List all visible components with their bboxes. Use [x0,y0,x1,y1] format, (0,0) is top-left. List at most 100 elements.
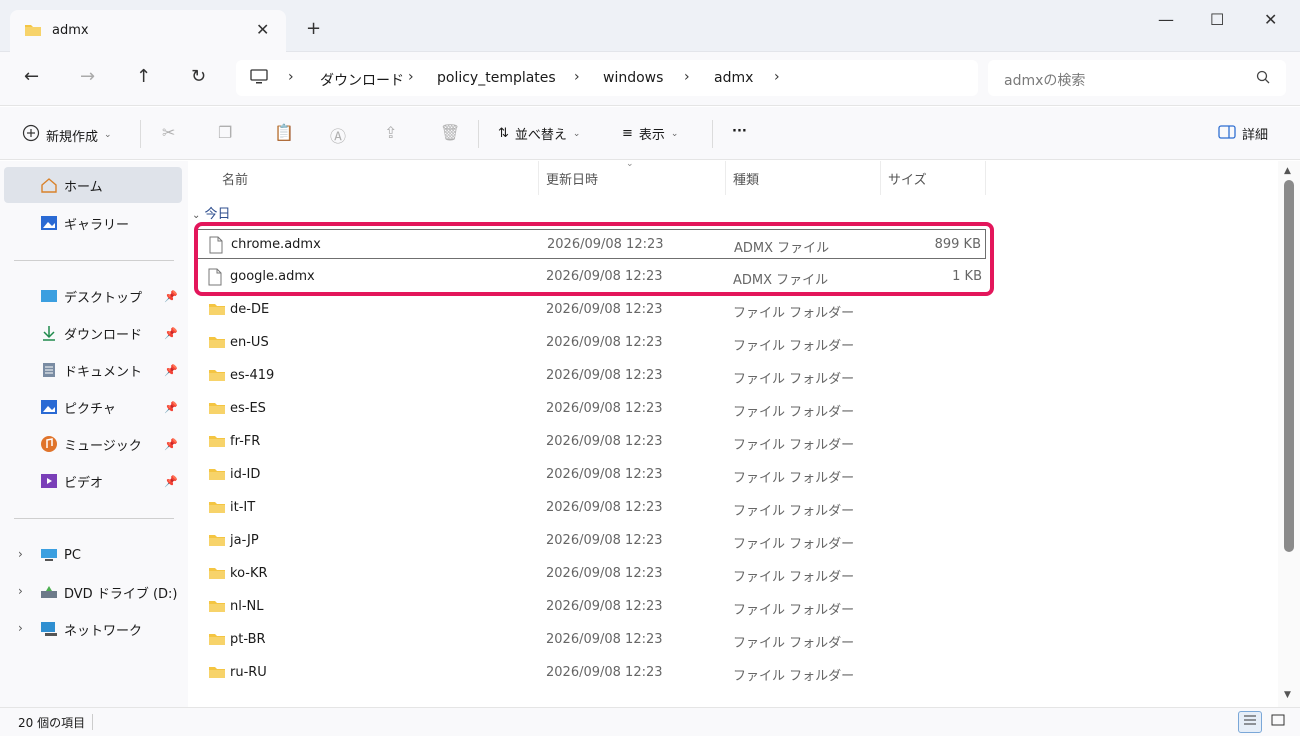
search-box[interactable]: admxの検索 [988,60,1286,96]
sort-button[interactable]: ⇅ 並べ替え ⌄ [498,124,580,143]
file-date: 2026/09/08 12:23 [546,335,663,350]
plus-circle-icon [22,124,40,146]
table-row[interactable]: de-DE 2026/09/08 12:23 ファイル フォルダー [196,295,986,325]
sidebar-item-network[interactable]: ネットワーク [4,611,182,647]
more-options-button[interactable]: ··· [732,124,747,139]
file-name: es-419 [230,368,275,383]
chevron-down-icon: ⌄ [104,130,112,140]
back-button[interactable]: ← [24,66,39,87]
column-header-type[interactable]: 種類 [733,169,759,188]
new-tab-button[interactable]: + [306,18,321,39]
table-row[interactable]: ru-RU 2026/09/08 12:23 ファイル フォルダー [196,658,986,688]
column-divider[interactable] [725,161,726,195]
file-type: ファイル フォルダー [733,372,855,387]
refresh-button[interactable]: ↻ [191,66,206,87]
table-row[interactable]: nl-NL 2026/09/08 12:23 ファイル フォルダー [196,592,986,622]
navigation-pane: ホーム ギャラリー デスクトップ 📌 ダウンロード 📌 ドキュメント 📌 ピクチ… [0,161,188,707]
scrollbar-thumb[interactable] [1284,180,1294,552]
rename-icon[interactable]: Ⓐ [330,123,346,147]
sidebar-item-label: ギャラリー [64,217,130,233]
view-button[interactable]: ≡ 表示 ⌄ [622,124,678,143]
minimize-button[interactable]: — [1158,10,1174,29]
file-date: 2026/09/08 12:23 [546,599,663,614]
details-view-button[interactable] [1238,711,1262,733]
breadcrumb-separator: › [288,69,294,85]
column-divider[interactable] [985,161,986,195]
pin-icon[interactable]: 📌 [164,475,178,488]
maximize-button[interactable]: ☐ [1210,10,1224,29]
column-header-size[interactable]: サイズ [888,169,927,188]
close-window-button[interactable]: ✕ [1264,10,1277,29]
table-row[interactable]: it-IT 2026/09/08 12:23 ファイル フォルダー [196,493,986,523]
file-type: ファイル フォルダー [733,504,855,519]
sidebar-item-dvd-drive[interactable]: DVD ドライブ (D:) SSS [4,574,182,610]
pin-icon[interactable]: 📌 [164,401,178,414]
table-row[interactable]: es-419 2026/09/08 12:23 ファイル フォルダー [196,361,986,391]
gallery-icon [40,214,58,232]
breadcrumb-downloads[interactable]: ダウンロード [320,70,404,90]
table-row[interactable]: en-US 2026/09/08 12:23 ファイル フォルダー [196,328,986,358]
tiles-view-button[interactable] [1266,711,1290,733]
divider [92,714,93,730]
sidebar-item-gallery[interactable]: ギャラリー [4,205,182,241]
breadcrumb-policy-templates[interactable]: policy_templates [437,70,556,86]
pin-icon[interactable]: 📌 [164,438,178,451]
file-type: ファイル フォルダー [733,438,855,453]
highlight-box [194,222,994,296]
group-header-today[interactable]: ⌄ 今日 [192,203,231,222]
table-row[interactable]: ko-KR 2026/09/08 12:23 ファイル フォルダー [196,559,986,589]
search-input[interactable]: admxの検索 [1004,70,1085,90]
sidebar-item-videos[interactable]: ビデオ 📌 [4,463,182,499]
table-row[interactable]: ja-JP 2026/09/08 12:23 ファイル フォルダー [196,526,986,556]
sidebar-item-music[interactable]: ミュージック 📌 [4,426,182,462]
pin-icon[interactable]: 📌 [164,290,178,303]
pin-icon[interactable]: 📌 [164,327,178,340]
table-row[interactable]: es-ES 2026/09/08 12:23 ファイル フォルダー [196,394,986,424]
sidebar-item-documents[interactable]: ドキュメント 📌 [4,352,182,388]
up-button[interactable]: ↑ [136,66,151,87]
column-header-modified[interactable]: 更新日時 [546,169,598,188]
sidebar-item-label: ビデオ [64,475,104,491]
file-date: 2026/09/08 12:23 [546,467,663,482]
file-date: 2026/09/08 12:23 [546,302,663,317]
scroll-up-arrow-icon[interactable]: ▲ [1284,166,1291,176]
folder-icon [208,532,226,552]
address-bar[interactable]: › ダウンロード › policy_templates › windows › … [236,60,978,96]
details-view-icon [1243,714,1257,730]
table-row[interactable]: fr-FR 2026/09/08 12:23 ファイル フォルダー [196,427,986,457]
sidebar-item-pictures[interactable]: ピクチャ 📌 [4,389,182,425]
delete-icon[interactable]: 🗑 [440,123,460,142]
file-name: nl-NL [230,599,264,614]
file-name: pt-BR [230,632,266,647]
new-button[interactable]: 新規作成 ⌄ [22,124,112,146]
details-label: 詳細 [1242,128,1269,143]
breadcrumb-admx[interactable]: admx [714,70,753,86]
cut-icon[interactable]: ✂ [162,123,175,142]
paste-icon[interactable]: 📋 [274,123,294,142]
pin-icon[interactable]: 📌 [164,364,178,377]
group-label: 今日 [204,207,231,222]
table-row[interactable]: id-ID 2026/09/08 12:23 ファイル フォルダー [196,460,986,490]
sidebar-item-pc[interactable]: PC [4,537,182,573]
view-lines-icon: ≡ [622,126,633,141]
column-divider[interactable] [880,161,881,195]
sidebar-item-downloads[interactable]: ダウンロード 📌 [4,315,182,351]
details-pane-button[interactable]: 詳細 [1218,124,1268,143]
folder-icon [208,598,226,618]
file-name: ru-RU [230,665,267,680]
tab-close-button[interactable]: ✕ [256,20,269,39]
tab-title: admx [52,23,89,38]
sort-indicator-icon: ⌄ [626,159,634,169]
copy-icon[interactable]: ❐ [218,123,232,142]
table-row[interactable]: pt-BR 2026/09/08 12:23 ファイル フォルダー [196,625,986,655]
tab-admx[interactable]: admx ✕ [10,10,286,52]
scroll-down-arrow-icon[interactable]: ▼ [1284,690,1291,700]
sidebar-item-home[interactable]: ホーム [4,167,182,203]
forward-button[interactable]: → [80,66,95,87]
column-divider[interactable] [538,161,539,195]
column-header-name[interactable]: 名前 [222,169,248,188]
file-type: ファイル フォルダー [733,636,855,651]
share-icon[interactable]: ⇪ [384,123,397,142]
sidebar-item-desktop[interactable]: デスクトップ 📌 [4,278,182,314]
breadcrumb-windows[interactable]: windows [603,70,663,86]
